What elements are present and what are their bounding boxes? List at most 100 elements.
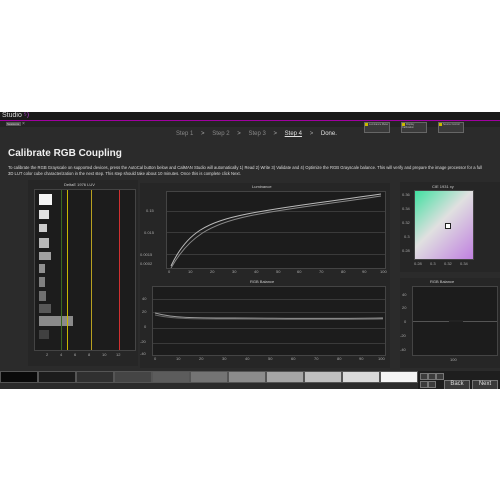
deltae-plot — [34, 189, 136, 351]
deltae-title: DeltaE 1976 LUV — [64, 182, 95, 187]
target-curve — [170, 195, 382, 268]
y-tick: 0.015 — [144, 230, 155, 235]
rgb-balance-curves — [154, 312, 384, 320]
y-tick: 0.15 — [146, 208, 154, 213]
x-tick: 0.3 — [430, 261, 436, 266]
x-tick: 10 — [102, 352, 107, 357]
close-tab-icon[interactable]: × — [22, 121, 25, 127]
x-tick: 60 — [291, 356, 296, 361]
gray-swatch — [39, 291, 46, 301]
rgb-balance-small-panel: RGB Balance 40 20 0 -20 -40 100 — [400, 278, 500, 368]
next-button[interactable]: Next — [472, 380, 498, 389]
x-label: 100 — [450, 357, 457, 362]
swatch-30[interactable] — [114, 371, 152, 383]
y-tick: 20 — [142, 309, 147, 314]
swatch-40[interactable] — [152, 371, 190, 383]
rgb-balance-plot — [152, 286, 386, 356]
display-calibration-control[interactable]: Display Calibration — [401, 122, 427, 133]
y-tick: 0 — [404, 319, 407, 324]
step-separator: > — [273, 131, 277, 137]
swatch-100[interactable] — [380, 371, 418, 383]
x-tick: 40 — [245, 356, 250, 361]
navigation-controls: Back Next — [418, 371, 500, 389]
cie-panel: CIE 1931 xy 0.36 0.34 0.32 0.3 0.28 0.28… — [400, 182, 500, 272]
y-tick: 0.0002 — [140, 261, 153, 266]
luminance-meter-control[interactable]: Luminance Meter — [364, 122, 390, 133]
page-title: Calibrate RGB Coupling — [8, 148, 122, 159]
calman-window: Studio ⁵⟩ Sessions × Luminance Meter Dis… — [0, 112, 500, 389]
swatch-70[interactable] — [266, 371, 304, 383]
x-tick: 50 — [276, 269, 281, 274]
grayscale-swatch-bar — [0, 371, 420, 384]
rgb-balance-title: RGB Balance — [250, 279, 275, 284]
x-tick: 10 — [176, 356, 181, 361]
read-icon[interactable] — [428, 381, 436, 388]
y-tick: 40 — [402, 292, 407, 297]
y-tick: -20 — [140, 339, 146, 344]
x-tick: 100 — [380, 269, 387, 274]
x-tick: 80 — [341, 269, 346, 274]
step-4[interactable]: Step 4 — [285, 131, 302, 137]
x-tick: 0.32 — [444, 261, 452, 266]
cie-plot — [414, 190, 474, 260]
threshold-line — [67, 190, 68, 350]
cie-title: CIE 1931 xy — [432, 184, 454, 189]
gray-swatch — [39, 304, 51, 313]
swatch-80[interactable] — [304, 371, 342, 383]
step-3[interactable]: Step 3 — [248, 131, 265, 137]
swatch-10[interactable] — [38, 371, 76, 383]
threshold-line — [91, 190, 92, 350]
threshold-line — [119, 190, 120, 350]
x-tick: 0.28 — [414, 261, 422, 266]
app-logo: Studio ⁵⟩ — [2, 112, 29, 120]
x-tick: 70 — [319, 269, 324, 274]
step-1[interactable]: Step 1 — [176, 131, 193, 137]
y-tick: 0.36 — [402, 192, 410, 197]
gray-swatch — [39, 210, 49, 219]
y-tick: -40 — [140, 351, 146, 356]
x-tick: 20 — [199, 356, 204, 361]
step-separator: > — [201, 131, 205, 137]
y-tick: 0.0015 — [140, 252, 153, 257]
x-tick: 4 — [60, 352, 63, 357]
back-button[interactable]: Back — [444, 380, 470, 389]
y-tick: 40 — [142, 296, 147, 301]
step-2[interactable]: Step 2 — [212, 131, 229, 137]
step-done[interactable]: Done. — [321, 131, 337, 137]
x-tick: 0.34 — [460, 261, 468, 266]
instructions-text: To calibrate the RGB Grayscale on suppor… — [8, 165, 483, 176]
rgb-balance-small-plot — [412, 286, 498, 356]
x-tick: 6 — [74, 352, 77, 357]
source-control[interactable]: Source Control — [438, 122, 464, 133]
luminance-panel: Luminance 0.15 0.015 0.0015 0.0002 0 10 … — [140, 183, 390, 279]
gray-swatch — [39, 224, 47, 232]
x-tick: 70 — [314, 356, 319, 361]
x-tick: 20 — [210, 269, 215, 274]
stop-icon[interactable] — [428, 373, 436, 380]
balance-curve — [154, 312, 384, 319]
loop-icon[interactable] — [436, 373, 444, 380]
step-separator: > — [309, 131, 314, 137]
x-tick: 2 — [46, 352, 49, 357]
swatch-20[interactable] — [76, 371, 114, 383]
x-tick: 90 — [359, 356, 364, 361]
y-tick: -40 — [400, 347, 406, 352]
swatch-90[interactable] — [342, 371, 380, 383]
x-tick: 30 — [222, 356, 227, 361]
deltae-panel: DeltaE 1976 LUV 2 4 6 8 10 12 — [28, 180, 138, 366]
swatch-50[interactable] — [190, 371, 228, 383]
play-icon[interactable] — [420, 373, 428, 380]
y-tick: 0.3 — [404, 234, 410, 239]
gray-swatch — [39, 194, 52, 205]
step-separator: > — [237, 131, 241, 137]
session-tab[interactable]: Sessions — [6, 122, 21, 126]
gray-swatch — [39, 330, 49, 339]
swatch-0[interactable] — [0, 371, 38, 383]
x-tick: 12 — [116, 352, 121, 357]
y-tick: 0.34 — [402, 206, 410, 211]
y-tick: 0 — [144, 324, 147, 329]
swatch-60[interactable] — [228, 371, 266, 383]
x-tick: 60 — [297, 269, 302, 274]
settings-icon[interactable] — [420, 381, 428, 388]
balance-bar — [449, 320, 463, 322]
